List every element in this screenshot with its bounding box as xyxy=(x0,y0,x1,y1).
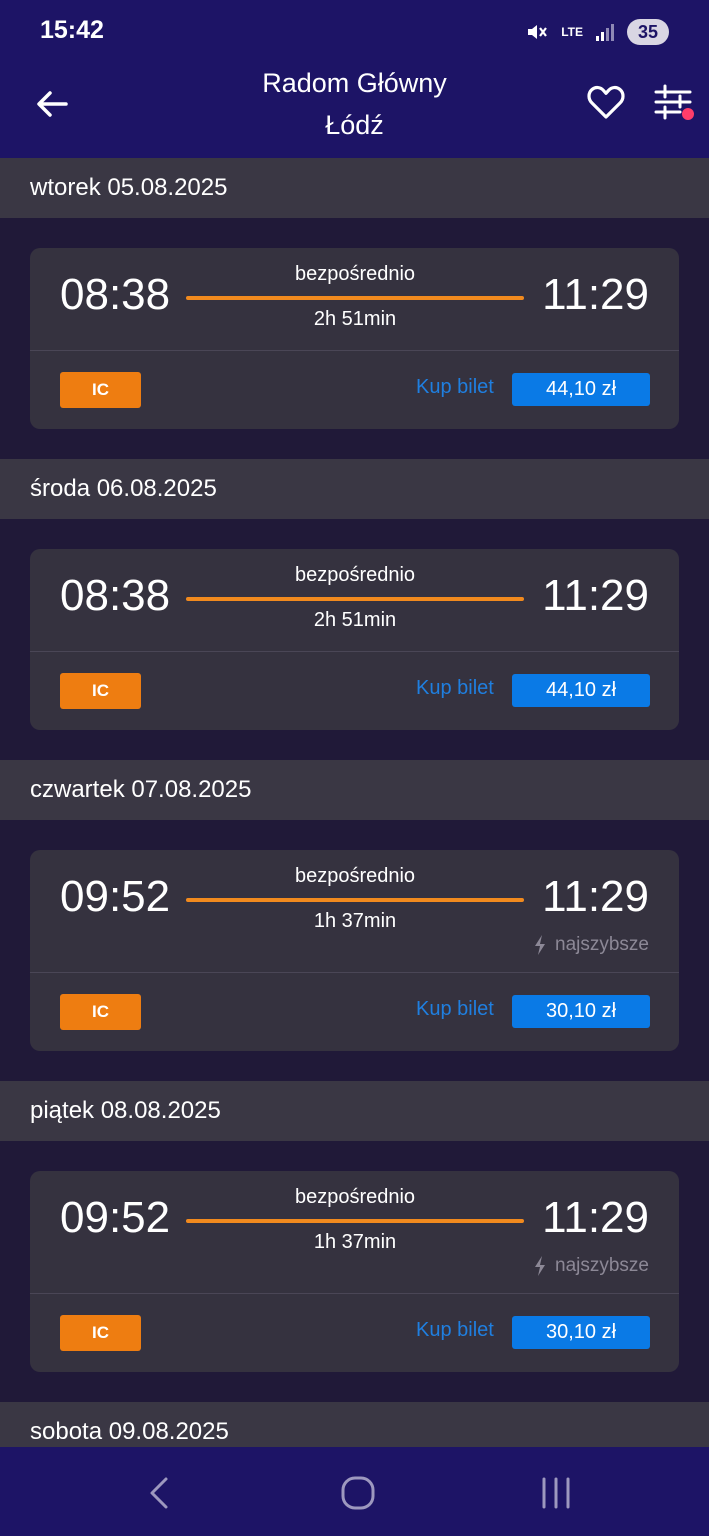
day-header: czwartek 07.08.2025 xyxy=(0,760,709,820)
lte-icon: LTE xyxy=(561,24,583,39)
filter-active-dot xyxy=(682,108,694,120)
day-date: piątek 08.08.2025 xyxy=(30,1097,221,1124)
connections-list: wtorek 05.08.2025 08:38 bezpośrednio 2h … xyxy=(0,158,709,1462)
arrival-time: 11:29 xyxy=(542,270,649,319)
nav-back-button[interactable] xyxy=(140,1473,180,1513)
back-chevron-icon xyxy=(150,1477,168,1509)
connection-type: bezpośrednio xyxy=(294,1186,416,1208)
route-line xyxy=(186,898,524,902)
status-bar: 15:42 LTE 35 xyxy=(0,0,709,62)
price-button[interactable]: 44,10 zł xyxy=(512,373,650,406)
card-divider xyxy=(30,651,679,652)
travel-duration: 1h 37min xyxy=(313,1231,397,1253)
app-header: Radom Główny Łódź xyxy=(0,62,709,158)
home-circle-icon xyxy=(341,1476,375,1510)
fastest-tag: najszybsze xyxy=(533,1255,649,1277)
connection-type: bezpośrednio xyxy=(294,865,416,887)
connection-card[interactable]: 08:38 bezpośrednio 2h 51min 11:29 IC Kup… xyxy=(30,248,679,429)
nav-home-button[interactable] xyxy=(338,1473,378,1513)
travel-duration: 2h 51min xyxy=(313,308,397,330)
carrier-badge: IC xyxy=(60,994,141,1030)
connection-card[interactable]: 08:38 bezpośrednio 2h 51min 11:29 IC Kup… xyxy=(30,549,679,730)
carrier-badge: IC xyxy=(60,372,141,408)
price-button[interactable]: 44,10 zł xyxy=(512,674,650,707)
system-nav-bar xyxy=(0,1447,709,1536)
route-line xyxy=(186,296,524,300)
buy-ticket-link[interactable]: Kup bilet xyxy=(416,376,494,399)
day-date: sobota 09.08.2025 xyxy=(30,1418,229,1445)
departure-time: 08:38 xyxy=(60,270,171,319)
route-line xyxy=(186,1219,524,1223)
arrival-time: 11:29 xyxy=(542,872,649,921)
status-icons: LTE 35 xyxy=(525,17,669,47)
lightning-icon xyxy=(535,935,545,955)
departure-time: 08:38 xyxy=(60,571,171,620)
recents-icon xyxy=(542,1477,570,1509)
day-date: czwartek 07.08.2025 xyxy=(30,776,252,803)
fastest-tag: najszybsze xyxy=(533,934,649,956)
heart-icon xyxy=(587,85,625,119)
connection-card[interactable]: 09:52 bezpośrednio 1h 37min 11:29 najszy… xyxy=(30,1171,679,1372)
buy-ticket-link[interactable]: Kup bilet xyxy=(416,677,494,700)
carrier-badge: IC xyxy=(60,1315,141,1351)
buy-ticket-link[interactable]: Kup bilet xyxy=(416,998,494,1021)
nav-recents-button[interactable] xyxy=(536,1473,576,1513)
fastest-label: najszybsze xyxy=(555,1255,649,1276)
card-divider xyxy=(30,972,679,973)
price-button[interactable]: 30,10 zł xyxy=(512,1316,650,1349)
departure-time: 09:52 xyxy=(60,1193,171,1242)
day-header: środa 06.08.2025 xyxy=(0,459,709,519)
price-button[interactable]: 30,10 zł xyxy=(512,995,650,1028)
mute-icon xyxy=(525,20,549,44)
card-divider xyxy=(30,350,679,351)
card-divider xyxy=(30,1293,679,1294)
favorite-button[interactable] xyxy=(584,80,628,124)
arrival-time: 11:29 xyxy=(542,1193,649,1242)
route-line xyxy=(186,597,524,601)
arrival-time: 11:29 xyxy=(542,571,649,620)
day-header: piątek 08.08.2025 xyxy=(0,1081,709,1141)
travel-duration: 2h 51min xyxy=(313,609,397,631)
day-date: wtorek 05.08.2025 xyxy=(30,174,228,201)
departure-time: 09:52 xyxy=(60,872,171,921)
filter-sliders-icon xyxy=(654,84,694,120)
filter-button[interactable] xyxy=(650,80,698,128)
status-time: 15:42 xyxy=(40,16,104,44)
connection-type: bezpośrednio xyxy=(294,564,416,586)
battery-icon: 35 xyxy=(627,19,669,45)
fastest-label: najszybsze xyxy=(555,934,649,955)
connection-type: bezpośrednio xyxy=(294,263,416,285)
signal-icon xyxy=(595,22,615,42)
lightning-icon xyxy=(535,1256,545,1276)
day-date: środa 06.08.2025 xyxy=(30,475,217,502)
day-header: wtorek 05.08.2025 xyxy=(0,158,709,218)
buy-ticket-link[interactable]: Kup bilet xyxy=(416,1319,494,1342)
travel-duration: 1h 37min xyxy=(313,910,397,932)
carrier-badge: IC xyxy=(60,673,141,709)
connection-card[interactable]: 09:52 bezpośrednio 1h 37min 11:29 najszy… xyxy=(30,850,679,1051)
